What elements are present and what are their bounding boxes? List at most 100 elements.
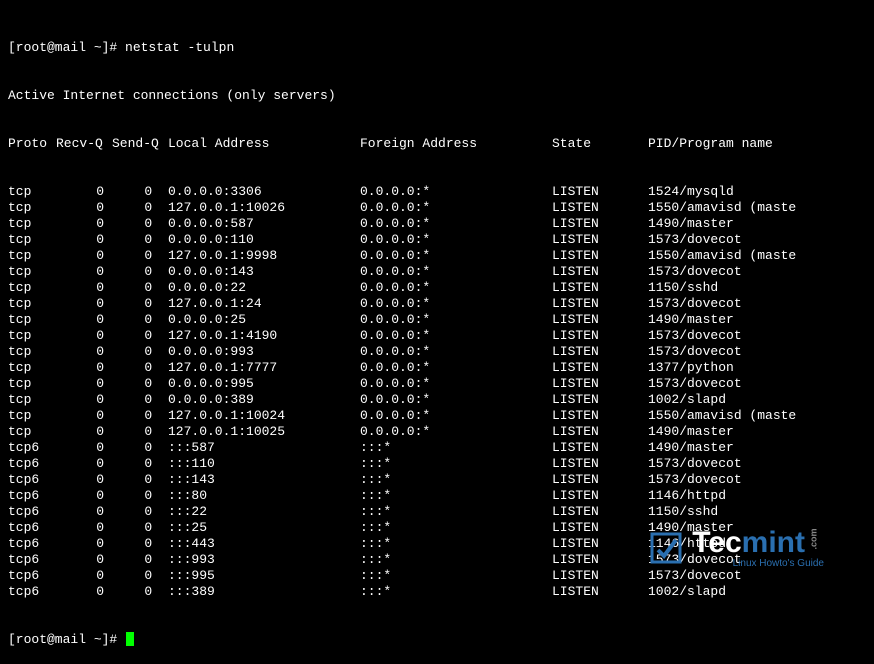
cell-pid: 1573/dovecot — [648, 296, 866, 312]
cell-recvq: 0 — [56, 440, 112, 456]
table-row: tcp600 :::143:::*LISTEN1573/dovecot — [8, 472, 866, 488]
cell-proto: tcp — [8, 424, 56, 440]
cell-local: 0.0.0.0:995 — [168, 376, 360, 392]
cell-sendq: 0 — [112, 216, 168, 232]
cell-foreign: :::* — [360, 536, 552, 552]
col-sendq: Send-Q — [112, 136, 168, 152]
cell-sendq: 0 — [112, 536, 168, 552]
cell-pid: 1146/httpd — [648, 488, 866, 504]
cell-state: LISTEN — [552, 200, 648, 216]
cell-sendq: 0 — [112, 552, 168, 568]
table-row: tcp00 0.0.0.0:250.0.0.0:*LISTEN1490/mast… — [8, 312, 866, 328]
cell-pid: 1490/master — [648, 440, 866, 456]
cell-state: LISTEN — [552, 280, 648, 296]
cell-sendq: 0 — [112, 296, 168, 312]
logo-com: .com — [808, 528, 818, 549]
cell-local: 0.0.0.0:25 — [168, 312, 360, 328]
cell-foreign: 0.0.0.0:* — [360, 296, 552, 312]
table-row: tcp600 :::389:::*LISTEN1002/slapd — [8, 584, 866, 600]
cell-state: LISTEN — [552, 296, 648, 312]
tecmint-logo: Tecmint.com Linux Howto's Guide — [648, 526, 824, 569]
cell-local: 127.0.0.1:10024 — [168, 408, 360, 424]
table-row: tcp00 0.0.0.0:9950.0.0.0:*LISTEN1573/dov… — [8, 376, 866, 392]
cell-state: LISTEN — [552, 360, 648, 376]
table-row: tcp00 127.0.0.1:100250.0.0.0:*LISTEN1490… — [8, 424, 866, 440]
cell-proto: tcp6 — [8, 568, 56, 584]
table-row: tcp00 0.0.0.0:33060.0.0.0:*LISTEN1524/my… — [8, 184, 866, 200]
tecmint-logo-icon — [648, 530, 684, 566]
cell-foreign: :::* — [360, 584, 552, 600]
table-row: tcp00 127.0.0.1:240.0.0.0:*LISTEN1573/do… — [8, 296, 866, 312]
cell-proto: tcp — [8, 360, 56, 376]
cell-pid: 1550/amavisd (maste — [648, 248, 866, 264]
cell-foreign: :::* — [360, 488, 552, 504]
cell-state: LISTEN — [552, 504, 648, 520]
shell-prompt: [root@mail ~]# — [8, 40, 125, 56]
cell-foreign: 0.0.0.0:* — [360, 216, 552, 232]
cell-state: LISTEN — [552, 344, 648, 360]
cell-state: LISTEN — [552, 584, 648, 600]
cell-sendq: 0 — [112, 232, 168, 248]
cell-foreign: 0.0.0.0:* — [360, 248, 552, 264]
cell-proto: tcp — [8, 184, 56, 200]
cell-foreign: :::* — [360, 568, 552, 584]
cell-recvq: 0 — [56, 312, 112, 328]
cell-proto: tcp — [8, 216, 56, 232]
output-header: Active Internet connections (only server… — [8, 88, 866, 104]
cell-local: :::389 — [168, 584, 360, 600]
cell-state: LISTEN — [552, 392, 648, 408]
cell-sendq: 0 — [112, 456, 168, 472]
cell-proto: tcp — [8, 312, 56, 328]
cell-recvq: 0 — [56, 392, 112, 408]
cell-recvq: 0 — [56, 552, 112, 568]
cell-sendq: 0 — [112, 248, 168, 264]
col-foreign: Foreign Address — [360, 136, 552, 152]
cell-proto: tcp — [8, 392, 56, 408]
cell-foreign: 0.0.0.0:* — [360, 424, 552, 440]
cell-pid: 1377/python — [648, 360, 866, 376]
cell-local: :::443 — [168, 536, 360, 552]
col-recvq: Recv-Q — [56, 136, 112, 152]
cell-foreign: 0.0.0.0:* — [360, 232, 552, 248]
col-local: Local Address — [168, 136, 360, 152]
cell-pid: 1524/mysqld — [648, 184, 866, 200]
cell-foreign: 0.0.0.0:* — [360, 312, 552, 328]
cell-state: LISTEN — [552, 328, 648, 344]
cell-state: LISTEN — [552, 184, 648, 200]
table-row: tcp00 127.0.0.1:41900.0.0.0:*LISTEN1573/… — [8, 328, 866, 344]
cell-recvq: 0 — [56, 456, 112, 472]
cell-pid: 1573/dovecot — [648, 344, 866, 360]
cell-sendq: 0 — [112, 360, 168, 376]
logo-prefix: Tec — [692, 526, 741, 559]
table-row: tcp00 0.0.0.0:1430.0.0.0:*LISTEN1573/dov… — [8, 264, 866, 280]
command-line: [root@mail ~]# netstat -tulpn — [8, 40, 866, 56]
cell-local: 0.0.0.0:587 — [168, 216, 360, 232]
table-row: tcp600 :::22:::*LISTEN1150/sshd — [8, 504, 866, 520]
cell-proto: tcp — [8, 248, 56, 264]
cell-sendq: 0 — [112, 312, 168, 328]
cell-proto: tcp — [8, 328, 56, 344]
logo-text: Tecmint.com Linux Howto's Guide — [692, 526, 824, 569]
cell-state: LISTEN — [552, 424, 648, 440]
cell-pid: 1573/dovecot — [648, 232, 866, 248]
cell-pid: 1550/amavisd (maste — [648, 200, 866, 216]
cell-proto: tcp — [8, 344, 56, 360]
cell-foreign: :::* — [360, 504, 552, 520]
cell-pid: 1490/master — [648, 424, 866, 440]
cell-pid: 1150/sshd — [648, 504, 866, 520]
cell-proto: tcp — [8, 296, 56, 312]
cell-proto: tcp — [8, 280, 56, 296]
shell-prompt[interactable]: [root@mail ~]# — [8, 632, 125, 648]
cell-recvq: 0 — [56, 488, 112, 504]
cell-recvq: 0 — [56, 216, 112, 232]
table-row: tcp600 :::110:::*LISTEN1573/dovecot — [8, 456, 866, 472]
table-row: tcp00 0.0.0.0:9930.0.0.0:*LISTEN1573/dov… — [8, 344, 866, 360]
cell-state: LISTEN — [552, 264, 648, 280]
cell-recvq: 0 — [56, 232, 112, 248]
cell-recvq: 0 — [56, 328, 112, 344]
cell-local: :::995 — [168, 568, 360, 584]
table-row: tcp00 0.0.0.0:5870.0.0.0:*LISTEN1490/mas… — [8, 216, 866, 232]
cell-local: 0.0.0.0:22 — [168, 280, 360, 296]
cell-local: :::25 — [168, 520, 360, 536]
cell-foreign: 0.0.0.0:* — [360, 328, 552, 344]
